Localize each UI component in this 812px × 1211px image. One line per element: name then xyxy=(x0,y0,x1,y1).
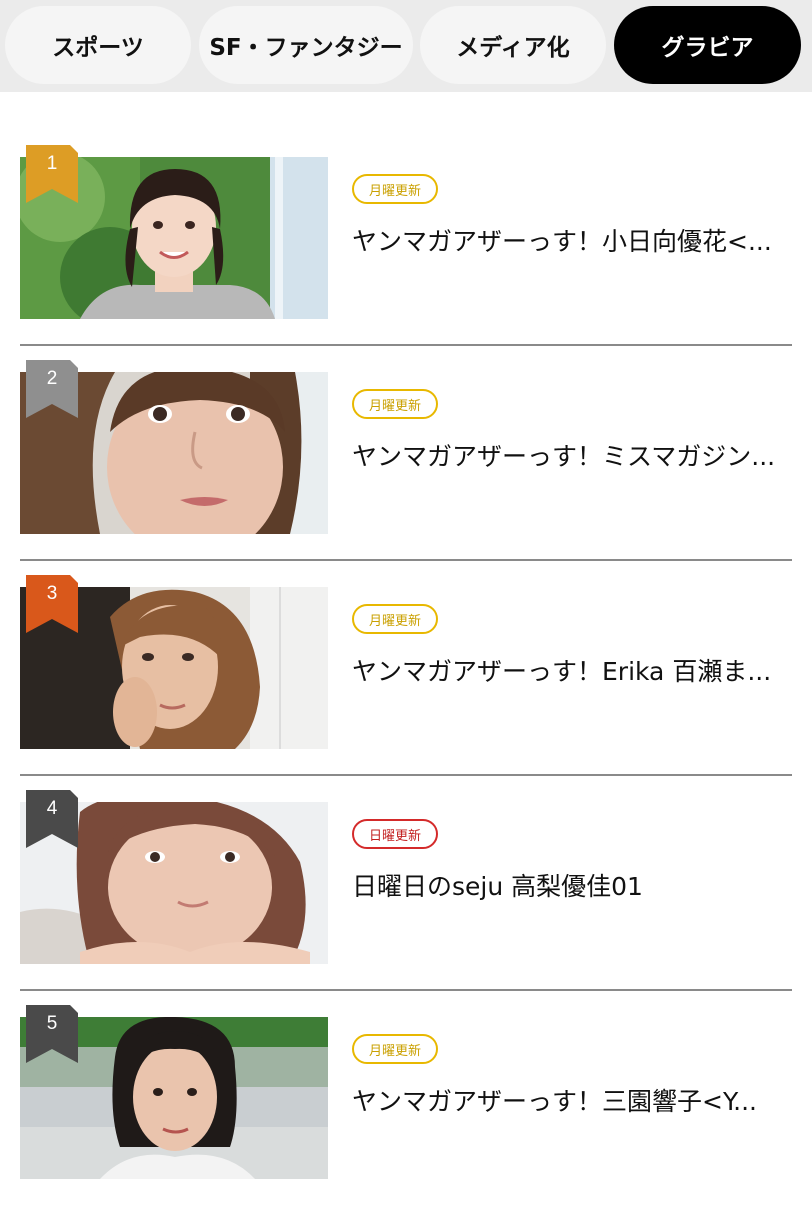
tab-media[interactable]: メディア化 xyxy=(420,6,606,84)
divider xyxy=(20,774,792,776)
tab-gravure[interactable]: グラビア xyxy=(614,6,801,84)
ranking-item[interactable]: 5 月曜更新 ヤンマガアザーっす！三園響子<Y... xyxy=(0,997,812,1211)
rank-badge: 4 xyxy=(26,790,78,848)
rank-number: 1 xyxy=(46,153,58,174)
update-day-badge: 月曜更新 xyxy=(352,389,439,419)
item-title[interactable]: ヤンマガアザーっす！ミスマガジン... xyxy=(352,440,792,474)
item-title[interactable]: ヤンマガアザーっす！小日向優花<... xyxy=(352,225,792,259)
update-day-badge: 月曜更新 xyxy=(352,1034,439,1064)
divider xyxy=(20,559,792,561)
rank-badge: 2 xyxy=(26,360,78,418)
item-title[interactable]: 日曜日のseju 高梨優佳01 xyxy=(352,870,792,904)
rank-number: 5 xyxy=(46,1013,58,1034)
rank-badge: 3 xyxy=(26,575,78,633)
rank-number: 2 xyxy=(46,368,58,389)
rank-number: 3 xyxy=(46,583,58,604)
tab-sf-fantasy[interactable]: SF・ファンタジー xyxy=(199,6,413,84)
rank-badge: 5 xyxy=(26,1005,78,1063)
divider xyxy=(20,344,792,346)
rank-badge: 1 xyxy=(26,145,78,203)
update-day-badge: 月曜更新 xyxy=(352,604,439,634)
ranking-item[interactable]: 3 月曜更新 ヤンマガアザーっす！Erika 百瀬ま... xyxy=(0,567,812,781)
divider xyxy=(20,989,792,991)
ranking-item[interactable]: 2 月曜更新 ヤンマガアザーっす！ミスマガジン... xyxy=(0,352,812,566)
ranking-item[interactable]: 4 日曜更新 日曜日のseju 高梨優佳01 xyxy=(0,782,812,996)
update-day-badge: 日曜更新 xyxy=(352,819,439,849)
item-title[interactable]: ヤンマガアザーっす！Erika 百瀬ま... xyxy=(352,655,792,689)
ranking-item[interactable]: 1 月曜更新 ヤンマガアザーっす！小日向優花<... xyxy=(0,137,812,351)
tab-sports[interactable]: スポーツ xyxy=(5,6,191,84)
genre-tab-bar: スポーツ SF・ファンタジー メディア化 グラビア xyxy=(0,0,812,92)
item-title[interactable]: ヤンマガアザーっす！三園響子<Y... xyxy=(352,1085,792,1119)
rank-number: 4 xyxy=(46,798,58,819)
update-day-badge: 月曜更新 xyxy=(352,174,439,204)
